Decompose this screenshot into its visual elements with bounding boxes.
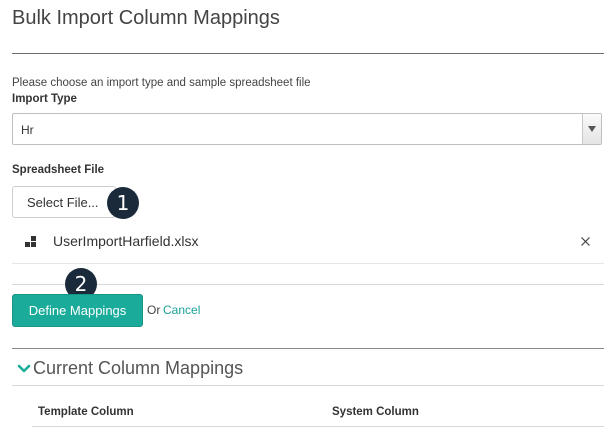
mappings-table-header: Template Column System Column [32, 400, 604, 427]
or-text: Or [147, 303, 161, 317]
close-icon [580, 236, 590, 246]
spreadsheet-file-label: Spreadsheet File [12, 164, 105, 176]
mappings-divider [12, 348, 604, 349]
triangle-down-icon [588, 126, 596, 132]
current-mappings-header[interactable]: Current Column Mappings [12, 355, 604, 386]
import-type-selected-value: Hr [21, 123, 34, 137]
remove-file-button[interactable] [576, 232, 594, 250]
chevron-down-icon[interactable] [17, 363, 31, 375]
actions-divider [12, 284, 604, 285]
cancel-link[interactable]: Cancel [163, 303, 200, 317]
instructions-text: Please choose an import type and sample … [12, 77, 311, 89]
column-header-system: System Column [332, 406, 419, 418]
define-mappings-button[interactable]: Define Mappings [12, 294, 143, 327]
current-mappings-title: Current Column Mappings [33, 358, 244, 378]
file-name: UserImportHarfield.xlsx [53, 233, 199, 249]
column-header-template: Template Column [38, 406, 134, 418]
callout-badge-1: 1 [107, 187, 139, 219]
select-arrow-button[interactable] [582, 114, 601, 144]
title-divider [12, 53, 604, 54]
import-type-label: Import Type [12, 93, 77, 105]
select-file-button[interactable]: Select File... [12, 186, 116, 218]
grid-squares-icon [25, 236, 36, 247]
page-title: Bulk Import Column Mappings [12, 7, 280, 29]
selected-file-row: UserImportHarfield.xlsx [12, 226, 604, 264]
import-type-select[interactable]: Hr [12, 113, 602, 145]
